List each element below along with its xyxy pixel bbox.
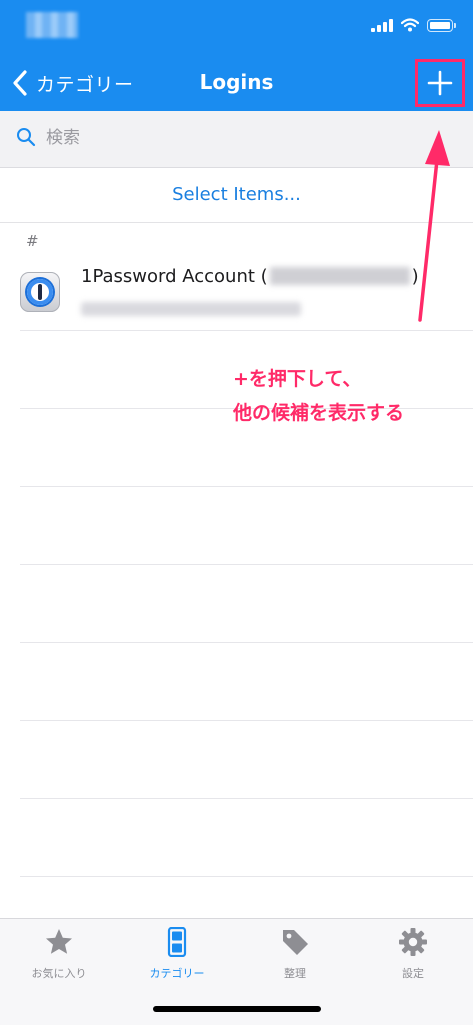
item-title-prefix: 1Password Account ( — [81, 266, 268, 287]
tab-label: 整理 — [284, 967, 306, 980]
home-indicator[interactable] — [153, 1006, 321, 1012]
annotation-arrow — [418, 130, 450, 322]
row-divider — [20, 720, 473, 721]
annotation-text: +を押下して、 他の候補を表示する — [233, 362, 404, 430]
cellular-signal-icon — [371, 18, 393, 32]
tab-organize[interactable]: 整理 — [236, 927, 354, 987]
status-icons — [371, 18, 456, 32]
nav-header: カテゴリー Logins — [0, 0, 473, 111]
star-icon — [46, 929, 72, 954]
add-item-button[interactable] — [415, 59, 465, 107]
item-title: 1Password Account () — [81, 266, 419, 287]
wifi-icon — [401, 18, 419, 32]
row-divider — [20, 642, 473, 643]
tag-icon — [283, 930, 308, 955]
gear-icon — [399, 928, 427, 956]
list-item[interactable]: 1Password Account () — [0, 254, 473, 330]
search-input[interactable] — [46, 124, 346, 152]
page-title: Logins — [199, 70, 274, 94]
status-time-blurred — [26, 12, 78, 38]
battery-icon — [427, 18, 456, 32]
select-items-button[interactable]: Select Items... — [0, 168, 473, 223]
tab-label: お気に入り — [31, 967, 87, 980]
tab-label: 設定 — [402, 967, 424, 980]
row-divider — [20, 486, 473, 487]
category-cabinet-icon — [167, 927, 187, 957]
tab-categories[interactable]: カテゴリー — [118, 927, 236, 987]
row-divider — [20, 798, 473, 799]
1password-icon — [20, 272, 60, 312]
blurred-account-name — [269, 267, 410, 285]
annotation-line-2: 他の候補を表示する — [233, 402, 405, 424]
annotation-line-1: +を押下して、 — [233, 368, 362, 390]
search-icon — [17, 128, 36, 147]
tab-favorites[interactable]: お気に入り — [0, 927, 118, 987]
blurred-email — [81, 302, 301, 316]
row-divider — [20, 330, 473, 331]
section-header: # — [26, 232, 39, 250]
row-divider — [20, 564, 473, 565]
tab-settings[interactable]: 設定 — [354, 927, 472, 987]
row-divider — [20, 876, 473, 877]
tab-label: カテゴリー — [149, 967, 205, 980]
plus-icon — [427, 70, 453, 96]
